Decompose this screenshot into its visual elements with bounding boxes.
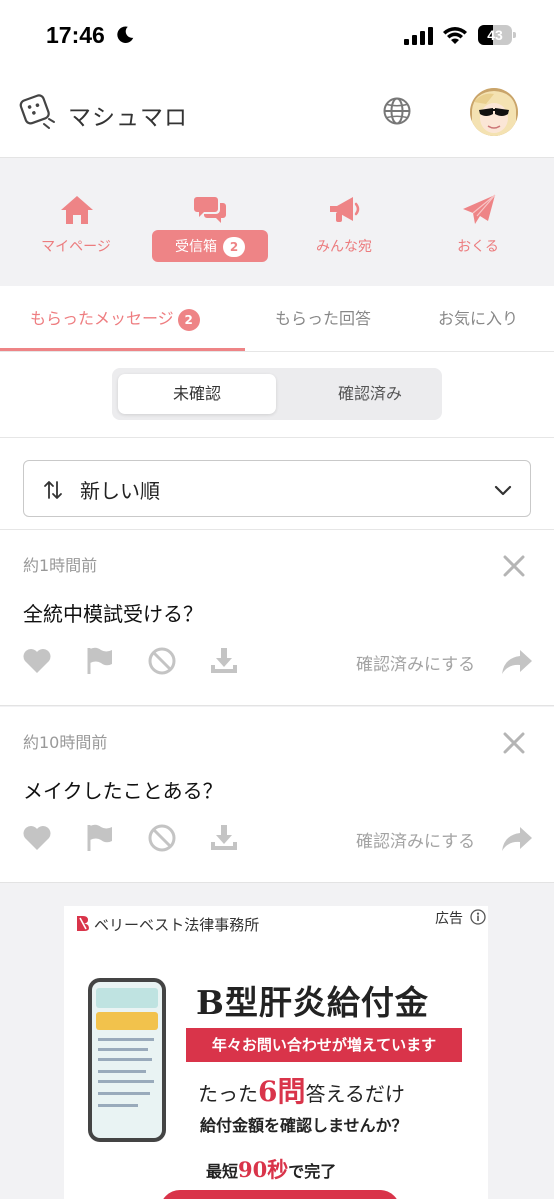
block-icon[interactable]	[147, 646, 177, 676]
ad-headline: B型肝炎給付金	[196, 983, 429, 1022]
tab-label-favorites: お気に入り	[438, 309, 519, 328]
download-icon[interactable]	[209, 823, 239, 853]
ad-line-check: 給付金額を確認しませんか？	[200, 1116, 408, 1135]
ad-line-questions: たった6問答えるだけ	[198, 1075, 405, 1108]
share-arrow-icon[interactable]	[501, 826, 533, 852]
nav-label-mypage: マイページ	[41, 239, 111, 255]
globe-icon[interactable]	[382, 96, 412, 126]
tab-favorites[interactable]: お気に入り	[438, 286, 518, 352]
app-title[interactable]: マシュマロ	[68, 98, 188, 132]
tab-received-messages[interactable]: もらったメッセージ 2	[0, 286, 245, 351]
share-arrow-icon[interactable]	[501, 649, 533, 675]
block-icon[interactable]	[147, 823, 177, 853]
flag-icon[interactable]	[85, 646, 115, 676]
message-card: 約1時間前 全統中模試受ける？ 確認済みにする	[0, 530, 554, 706]
flag-icon[interactable]	[85, 823, 115, 853]
message-tabs: もらったメッセージ 2 もらった回答 お気に入り	[0, 286, 554, 352]
inbox-chat-icon	[194, 197, 226, 223]
nav-label-inbox: 受信箱	[175, 239, 217, 255]
app-header: マシュマロ	[0, 72, 554, 158]
home-icon	[61, 196, 93, 224]
message-text[interactable]: メイクしたことある？	[23, 775, 223, 804]
marshmallow-logo-icon[interactable]	[16, 90, 58, 132]
segment-confirmed[interactable]: 確認済み	[310, 374, 430, 414]
megaphone-icon	[330, 197, 360, 222]
message-time: 約1時間前	[23, 556, 98, 575]
avatar[interactable]	[470, 88, 518, 136]
battery-indicator: 43	[478, 25, 516, 45]
status-bar: 17:46 43	[0, 0, 554, 72]
status-time: 17:46	[46, 22, 105, 48]
inbox-badge: 2	[223, 237, 245, 257]
ad-banner[interactable]: ベリーベスト法律事務所 広告 B型肝炎給付金 年々お問い合わせが増えています た…	[64, 906, 488, 1199]
brand-logo-icon	[77, 916, 89, 931]
nav-item-inbox[interactable]: 受信箱 2	[152, 230, 268, 262]
paper-plane-icon	[463, 194, 496, 224]
message-text[interactable]: 全統中模試受ける？	[23, 598, 203, 627]
message-card: 約10時間前 メイクしたことある？ 確認済みにする	[0, 707, 554, 883]
heart-icon[interactable]	[22, 823, 52, 853]
sort-area: 新しい順	[0, 438, 554, 530]
ad-label: 広告	[435, 911, 463, 927]
nav-item-send[interactable]: おくる	[418, 194, 538, 262]
nav-item-mypage[interactable]: マイページ	[16, 194, 136, 262]
confirm-segmented-control: 未確認 確認済み	[112, 368, 442, 420]
signal-icon	[404, 27, 433, 45]
heart-icon[interactable]	[22, 646, 52, 676]
ad-phone-image	[88, 978, 166, 1142]
ad-line-time: 最短90秒で完了	[206, 1157, 337, 1182]
confirm-filter-area: 未確認 確認済み	[0, 352, 554, 438]
tab-received-answers[interactable]: もらった回答	[275, 286, 371, 352]
nav-item-everyone[interactable]: みんな宛	[284, 194, 404, 262]
battery-percent: 43	[487, 27, 503, 43]
moon-icon	[117, 26, 134, 43]
sort-icon	[44, 481, 62, 499]
mark-confirmed-link[interactable]: 確認済みにする	[356, 827, 475, 852]
main-nav: マイページ 受信箱 2 みんな宛 おくる	[0, 158, 554, 286]
close-icon[interactable]	[502, 731, 526, 755]
mark-confirmed-link[interactable]: 確認済みにする	[356, 650, 475, 675]
close-icon[interactable]	[502, 554, 526, 578]
ad-brand: ベリーベスト法律事務所	[94, 916, 260, 934]
wifi-icon	[443, 27, 467, 44]
info-icon[interactable]	[470, 909, 486, 925]
ad-subbanner: 年々お問い合わせが増えています	[186, 1028, 462, 1062]
nav-label-everyone: みんな宛	[316, 239, 372, 255]
nav-label-send: おくる	[457, 239, 499, 255]
sort-label: 新しい順	[80, 479, 160, 503]
segment-unconfirmed[interactable]: 未確認	[118, 374, 276, 414]
chevron-down-icon	[494, 485, 512, 496]
tab-badge-received: 2	[177, 308, 200, 331]
tab-label-answers: もらった回答	[275, 309, 372, 328]
sort-select[interactable]: 新しい順	[23, 460, 531, 517]
message-time: 約10時間前	[23, 733, 108, 752]
download-icon[interactable]	[209, 646, 239, 676]
ad-cta-button[interactable]	[160, 1190, 400, 1199]
tab-label-received: もらったメッセージ	[30, 309, 174, 328]
